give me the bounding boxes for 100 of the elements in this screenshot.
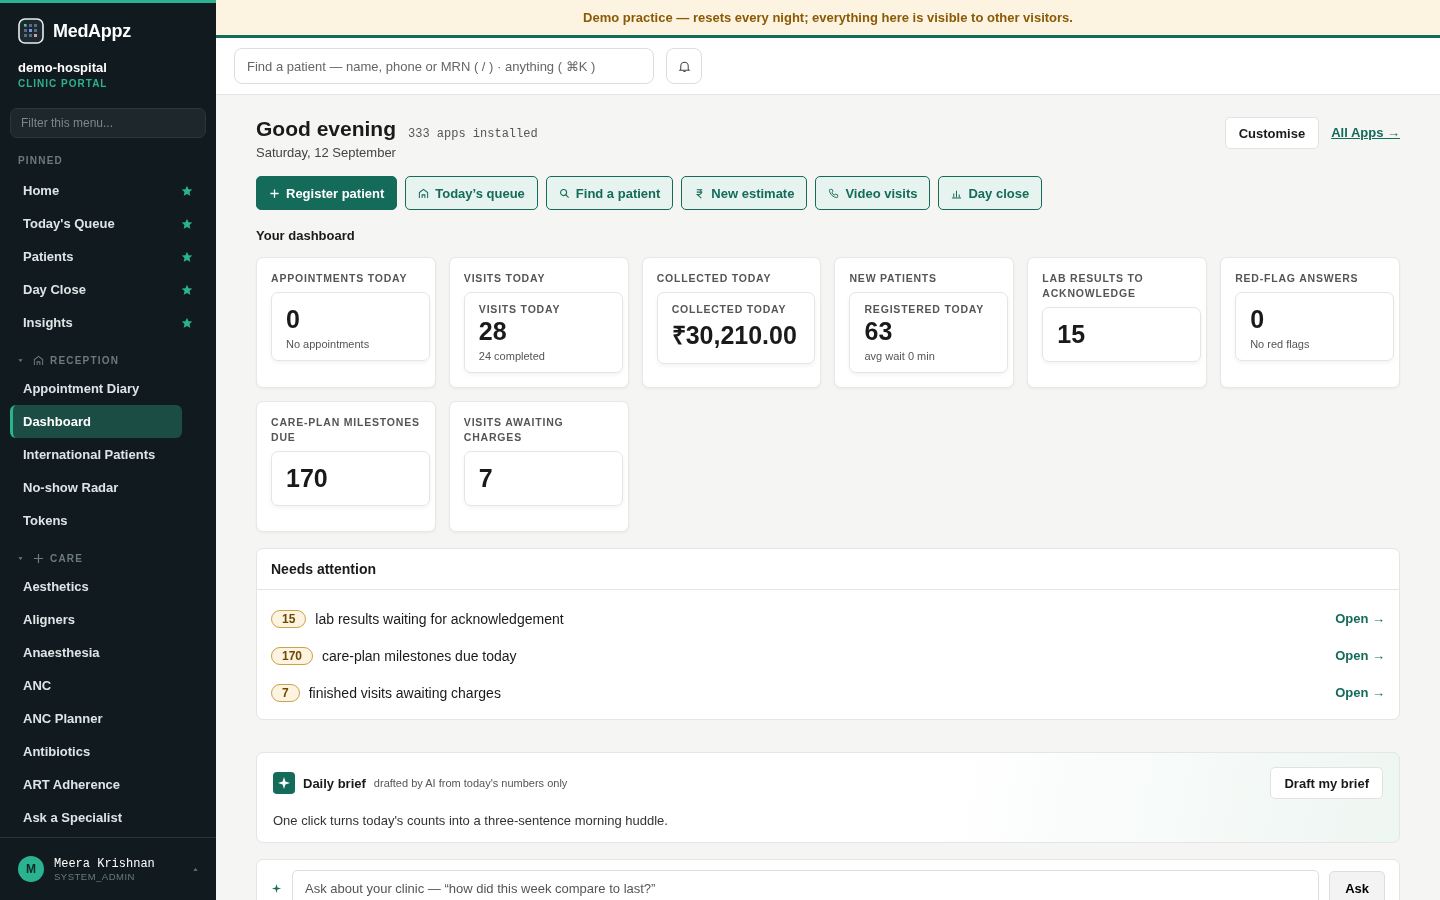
star-icon[interactable] xyxy=(181,250,193,263)
brief-text: One click turns today's counts into a three-sentence morning huddle. xyxy=(273,813,669,828)
attention-text: care-plan milestones due today xyxy=(322,647,518,664)
stat-value: 7 xyxy=(478,464,494,493)
attention-text: finished visits awaiting charges xyxy=(308,684,502,701)
card-title: RED-FLAG ANSWERS xyxy=(1235,271,1360,286)
stat-caption: No red flags xyxy=(1250,338,1311,350)
stat-caption: avg wait 0 min xyxy=(864,350,936,362)
stat-value: 0 xyxy=(1250,305,1266,334)
card-title: VISITS AWAITING CHARGES xyxy=(463,415,565,445)
section-heading: CARE xyxy=(50,553,84,564)
home-icon xyxy=(33,355,44,366)
sidebar-item[interactable]: ANC xyxy=(10,669,206,702)
sidebar-item[interactable]: Day Close xyxy=(10,273,206,306)
ask-field[interactable]: Ask about your clinic — “how did this week compare to last?” xyxy=(292,870,1320,900)
card-title: VISITS TODAY xyxy=(463,271,547,286)
all-apps-link[interactable]: All Apps → xyxy=(1331,125,1400,140)
caret-icon[interactable] xyxy=(18,556,23,561)
sidebar-item[interactable]: Aesthetics xyxy=(10,570,206,603)
bell-icon xyxy=(677,59,691,73)
sidebar-item[interactable]: No-show Radar xyxy=(10,471,206,504)
greeting-title: Good evening xyxy=(256,117,396,141)
stat-value: 63 xyxy=(864,317,894,346)
count-badge: 15 xyxy=(271,609,307,628)
stat-caption: No appointments xyxy=(286,338,371,350)
stat-label: VISITS TODAY xyxy=(478,303,562,315)
attention-text: lab results waiting for acknowledgement xyxy=(315,610,565,627)
sidebar-item[interactable]: Ask a Specialist xyxy=(10,801,206,834)
caret-icon[interactable] xyxy=(18,358,23,363)
star-icon[interactable] xyxy=(181,184,193,197)
card-title: COLLECTED TODAY xyxy=(656,271,773,286)
patient-search-field[interactable]: Find a patient — name, phone or MRN ( / ) · anything ( ⌘K ) xyxy=(234,48,654,84)
stat-value: 170 xyxy=(286,464,329,493)
ask-button[interactable]: Ask xyxy=(1329,871,1385,900)
sidebar-item[interactable]: Insights xyxy=(10,306,206,339)
sparkle-icon xyxy=(271,882,282,894)
card-title: LAB RESULTS TO ACKNOWLEDGE xyxy=(1042,271,1145,301)
app-logo-icon xyxy=(18,18,44,44)
open-link[interactable]: Open → xyxy=(1335,611,1385,626)
sidebar-item[interactable]: International Patients xyxy=(10,438,206,471)
date-text: Saturday, 12 September xyxy=(256,145,396,160)
card-title: APPOINTMENTS TODAY xyxy=(271,271,409,286)
count-badge: 170 xyxy=(271,646,314,665)
card-title: CARE-PLAN MILESTONES DUE xyxy=(271,415,421,445)
notifications-button[interactable] xyxy=(666,48,702,84)
user-avatar[interactable]: M xyxy=(18,856,44,882)
app-name: MedAppz xyxy=(53,20,131,42)
quick-action-button[interactable]: Register patient xyxy=(256,176,398,210)
section-heading: PINNED xyxy=(17,154,64,168)
stat-value: 15 xyxy=(1057,320,1087,349)
dashboard-heading: Your dashboard xyxy=(256,228,356,243)
sparkle-icon xyxy=(273,772,295,794)
stat-label: COLLECTED TODAY xyxy=(671,303,788,315)
sidebar-item[interactable]: Patients xyxy=(10,240,206,273)
sidebar-item[interactable]: ART Adherence xyxy=(10,768,206,801)
search-icon xyxy=(558,187,570,199)
section-heading: RECEPTION xyxy=(50,355,120,366)
phone-icon xyxy=(828,187,840,199)
brief-title: Daily brief xyxy=(303,775,366,791)
user-role: SYSTEM_ADMIN xyxy=(54,870,136,882)
stat-value: 0 xyxy=(286,305,301,334)
plus-icon xyxy=(269,187,280,199)
sidebar-item[interactable]: Home xyxy=(10,174,206,207)
home-icon xyxy=(418,187,430,199)
quick-action-button[interactable]: Today’s queue xyxy=(405,176,538,210)
user-name: Meera Krishnan xyxy=(54,856,156,871)
stat-value: ₹30,210.00 xyxy=(671,320,798,351)
open-link[interactable]: Open → xyxy=(1335,648,1385,663)
brief-note: drafted by AI from today's numbers only xyxy=(373,777,568,789)
sidebar-item[interactable]: ANC Planner xyxy=(10,702,206,735)
stat-value: 28 xyxy=(478,317,508,346)
draft-brief-button[interactable]: Draft my brief xyxy=(1270,767,1383,799)
sidebar-item[interactable]: Appointment Diary xyxy=(10,372,206,405)
organization-name: demo-hospital xyxy=(17,59,108,75)
sidebar-item[interactable]: Tokens xyxy=(10,504,206,537)
sidebar-item[interactable]: Antibiotics xyxy=(10,735,206,768)
card-title: NEW PATIENTS xyxy=(849,271,938,286)
panel-title: Needs attention xyxy=(257,549,1399,590)
demo-banner: Demo practice — resets every night; everything here is visible to other visitors. xyxy=(216,0,1440,38)
quick-action-button[interactable]: New estimate xyxy=(681,176,808,210)
quick-action-button[interactable]: Video visits xyxy=(815,176,931,210)
sidebar-item[interactable]: Anaesthesia xyxy=(10,636,206,669)
menu-filter-field[interactable]: Filter this menu... xyxy=(10,108,206,138)
portal-label: CLINIC PORTAL xyxy=(17,77,109,89)
open-link[interactable]: Open → xyxy=(1335,685,1385,700)
quick-action-button[interactable]: Find a patient xyxy=(545,176,674,210)
star-icon[interactable] xyxy=(181,283,193,296)
sidebar-item[interactable]: Dashboard xyxy=(10,405,182,438)
sidebar-item[interactable]: Today's Queue xyxy=(10,207,206,240)
stat-caption: 24 completed xyxy=(478,350,546,362)
star-icon[interactable] xyxy=(181,316,193,329)
stat-label: REGISTERED TODAY xyxy=(864,303,986,315)
caret-icon[interactable] xyxy=(193,866,198,872)
star-icon[interactable] xyxy=(181,217,193,230)
quick-action-button[interactable]: Day close xyxy=(938,176,1043,210)
plus-icon xyxy=(33,553,44,564)
customise-button[interactable]: Customise xyxy=(1224,117,1320,149)
sidebar-item[interactable]: Aligners xyxy=(10,603,206,636)
apps-count: 333 apps installed xyxy=(408,127,538,141)
count-badge: 7 xyxy=(271,683,300,702)
